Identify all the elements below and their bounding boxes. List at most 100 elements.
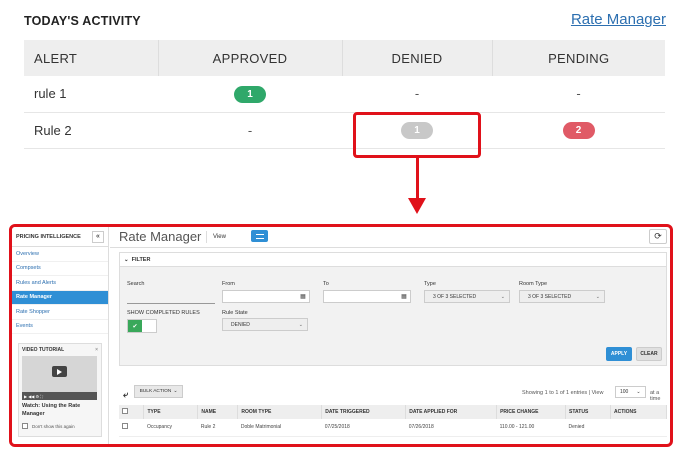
divider (110, 247, 670, 248)
room-type-select[interactable]: 3 OF 3 SELECTED ⌄ (519, 290, 605, 303)
refresh-icon[interactable]: ⟳ (649, 229, 667, 244)
activity-row: Rule 2 - 1 2 (24, 112, 665, 149)
col-room-type[interactable]: ROOM TYPE (237, 405, 323, 419)
filter-title: FILTER (131, 256, 151, 263)
alert-name: rule 1 (24, 76, 158, 113)
collapse-icon[interactable]: « (92, 230, 104, 243)
select-all-header[interactable] (119, 405, 145, 419)
sidebar-header: PRICING INTELLIGENCE « (12, 227, 108, 247)
approved-cell: - (158, 112, 342, 149)
chevron-down-icon: ⌄ (298, 322, 303, 328)
view-sep: | View (588, 390, 604, 396)
col-pending: PENDING (492, 40, 665, 76)
video-title: VIDEO TUTORIAL × (22, 347, 98, 353)
cell-status: Denied (565, 419, 611, 437)
sidebar-item-overview[interactable]: Overview (12, 247, 108, 262)
chevron-down-icon: ⌄ (173, 389, 178, 394)
video-controls[interactable]: ▶ ◀◀ ⚙ ⛶ (22, 392, 97, 400)
activity-row: rule 1 1 - - (24, 76, 665, 113)
export-icon[interactable]: ⤶ (123, 389, 128, 400)
page: TODAY'S ACTIVITY Rate Manager ALERT APPR… (0, 0, 680, 453)
col-name[interactable]: NAME (197, 405, 239, 419)
clear-button[interactable]: CLEAR (636, 347, 662, 361)
calendar-icon[interactable]: ▦ (399, 292, 409, 302)
at-a-time-label: at a time (650, 390, 661, 402)
highlight-box (353, 112, 481, 158)
activity-table: ALERT APPROVED DENIED PENDING rule 1 1 -… (24, 40, 665, 149)
arrow-line (416, 158, 419, 200)
chevron-down-icon: ⌄ (595, 294, 600, 300)
to-label: To (323, 281, 329, 287)
entries-text: Showing 1 to 1 of 1 entries (522, 390, 588, 396)
approved-count-badge[interactable]: 1 (234, 85, 266, 103)
table-row[interactable]: Occupancy Rule 2 Doble Matrimonial 07/25… (119, 419, 667, 437)
arrow-down-icon (408, 198, 426, 214)
check-icon: ✔ (128, 320, 142, 332)
rate-manager-screenshot: PRICING INTELLIGENCE « Overview Compsets… (9, 224, 673, 447)
calendar-icon[interactable]: ▦ (298, 292, 308, 302)
rule-state-select[interactable]: DENIED ⌄ (222, 318, 308, 331)
denied-cell: - (342, 76, 492, 113)
list-view-button[interactable] (251, 230, 268, 242)
dont-show-again[interactable]: Don't show this again (22, 423, 98, 429)
bulk-action-button[interactable]: BULK ACTION ⌄ (134, 385, 183, 398)
sidebar-item-events[interactable]: Events (12, 320, 108, 334)
sidebar: PRICING INTELLIGENCE « Overview Compsets… (12, 227, 109, 444)
col-date-triggered[interactable]: DATE TRIGGERED (321, 405, 407, 419)
checkbox-icon[interactable] (122, 423, 128, 430)
show-completed-toggle[interactable]: ✔ (127, 319, 157, 333)
pending-count-badge[interactable]: 2 (562, 122, 595, 139)
col-actions: ACTIONS (610, 405, 668, 419)
play-icon[interactable] (52, 366, 67, 377)
chevron-down-icon: ⌄ (124, 256, 129, 263)
cell-name: Rule 2 (197, 419, 238, 437)
from-date-input[interactable]: ▦ (222, 290, 310, 303)
approved-cell: 1 (158, 76, 342, 113)
col-price-change[interactable]: PRICE CHANGE (496, 405, 567, 419)
row-select[interactable] (119, 419, 144, 437)
chevron-down-icon: ⌄ (636, 389, 641, 395)
cell-room-type: Doble Matrimonial (237, 419, 322, 437)
per-page-select[interactable]: 100 ⌄ (615, 386, 646, 398)
video-player[interactable]: ▶ ◀◀ ⚙ ⛶ (22, 356, 97, 400)
cell-type: Occupancy (143, 419, 198, 437)
apply-button[interactable]: APPLY (606, 347, 632, 361)
type-select[interactable]: 3 OF 3 SELECTED ⌄ (424, 290, 510, 303)
search-input[interactable] (127, 291, 215, 304)
room-type-value: 3 OF 3 SELECTED (528, 293, 572, 300)
close-icon[interactable]: × (95, 347, 98, 353)
checkbox-icon[interactable] (22, 423, 28, 429)
cell-date-applied: 07/26/2018 (405, 419, 497, 437)
sidebar-item-rate-manager[interactable]: Rate Manager (12, 290, 108, 305)
sidebar-title: PRICING INTELLIGENCE (16, 233, 81, 240)
rules-table: TYPE NAME ROOM TYPE DATE TRIGGERED DATE … (119, 405, 668, 437)
filter-header[interactable]: ⌄ FILTER (120, 253, 666, 267)
sidebar-item-compsets[interactable]: Compsets (12, 262, 108, 276)
pending-cell: 2 (492, 112, 665, 149)
bulk-action-label: BULK ACTION (139, 389, 172, 394)
to-date-input[interactable]: ▦ (323, 290, 411, 303)
video-title-text: VIDEO TUTORIAL (22, 347, 65, 353)
col-date-applied[interactable]: DATE APPLIED FOR (405, 405, 498, 419)
col-denied: DENIED (342, 40, 493, 76)
dont-show-label: Don't show this again (32, 423, 75, 429)
alert-name: Rule 2 (24, 112, 158, 149)
view-label: View (206, 231, 232, 243)
activity-title: TODAY'S ACTIVITY (24, 14, 141, 28)
rate-manager-link[interactable]: Rate Manager (571, 11, 666, 28)
type-value: 3 OF 3 SELECTED (433, 293, 477, 300)
rule-state-label: Rule State (222, 310, 248, 316)
sidebar-item-rules-alerts[interactable]: Rules and Alerts (12, 276, 108, 291)
cell-price-change: 110.00 - 121.00 (496, 419, 566, 437)
col-type[interactable]: TYPE (143, 405, 199, 419)
col-status[interactable]: STATUS (565, 405, 611, 419)
video-tutorial: VIDEO TUTORIAL × ▶ ◀◀ ⚙ ⛶ Watch: Using t… (18, 343, 102, 437)
rule-state-value: DENIED (231, 321, 250, 328)
list-icon (255, 233, 264, 239)
filter-panel: ⌄ FILTER Search From ▦ To ▦ Type 3 OF 3 … (119, 252, 667, 366)
col-approved: APPROVED (158, 40, 343, 76)
checkbox-icon[interactable] (122, 408, 128, 414)
cell-actions[interactable] (610, 419, 667, 437)
rate-manager-main: Rate Manager View ⟳ ⌄ FILTER Search From… (110, 227, 670, 444)
sidebar-item-rate-shopper[interactable]: Rate Shopper (12, 305, 108, 320)
